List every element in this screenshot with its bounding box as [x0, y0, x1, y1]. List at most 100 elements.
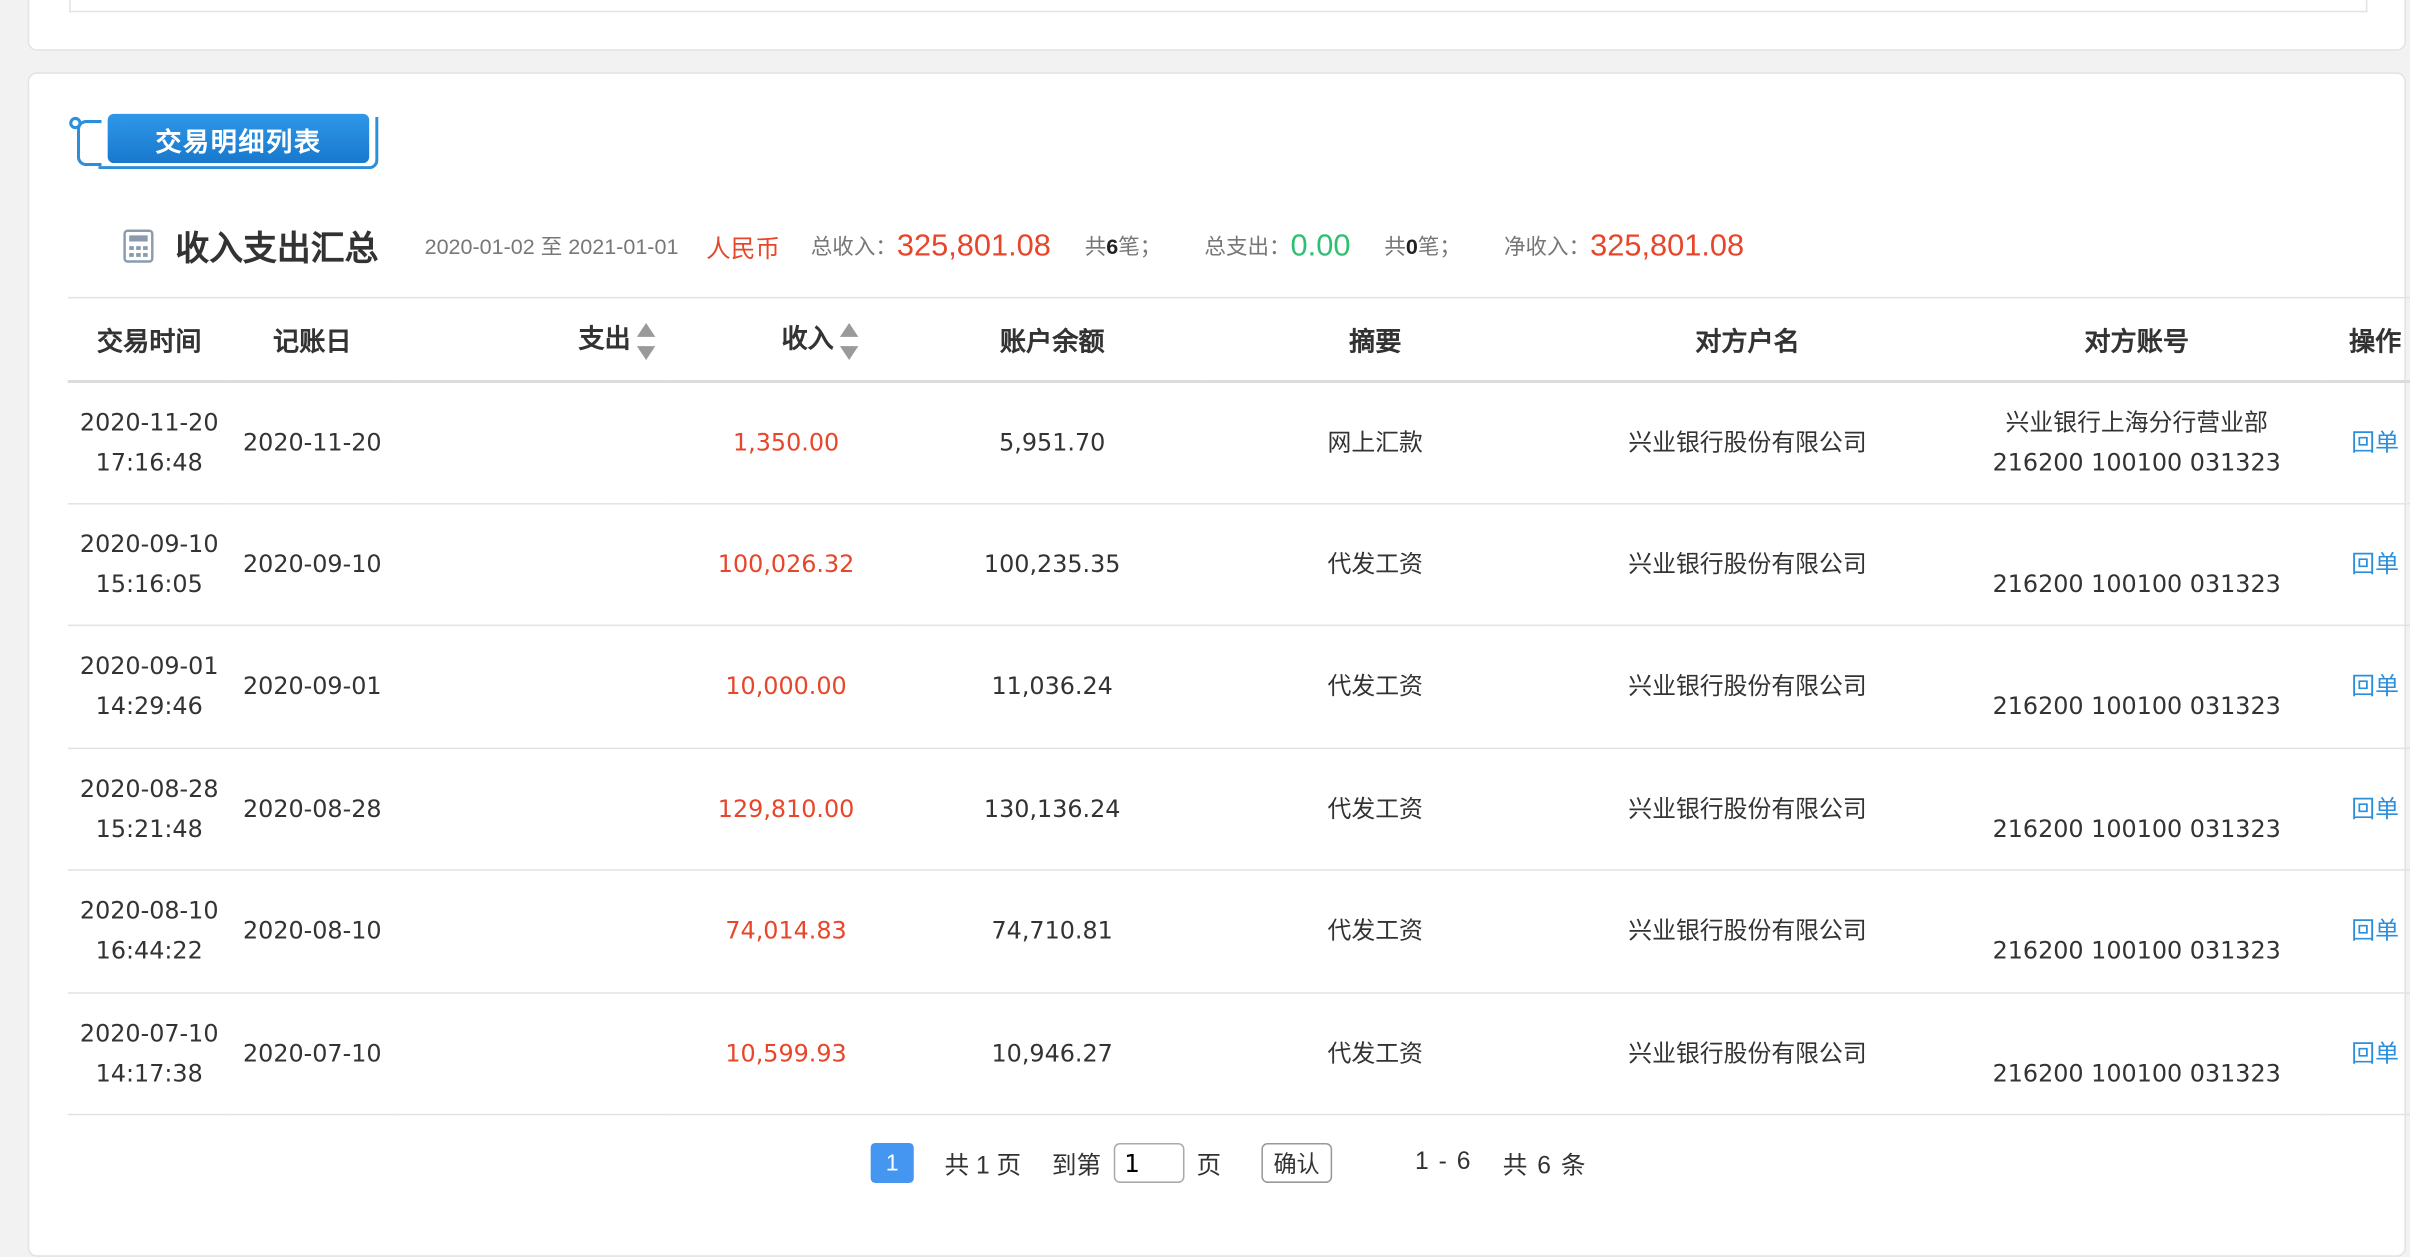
cell-time-date: 2020-08-28 — [79, 774, 219, 803]
cell-post-date: 2020-11-20 — [230, 380, 394, 504]
total-income-value: 325,801.08 — [896, 228, 1051, 263]
table-row: 2020-08-28 15:21:48 2020-08-28 129,810.00 13… — [67, 747, 2410, 871]
receipt-link[interactable]: 回单 — [2325, 747, 2410, 871]
cell-balance: 100,235.35 — [901, 503, 1203, 627]
goto-suffix: 页 — [1196, 1153, 1222, 1180]
cell-income: 100,026.32 — [670, 503, 902, 627]
cell-income: 129,810.00 — [670, 747, 902, 871]
net-income-value: 325,801.08 — [1590, 228, 1745, 263]
cell-time-date: 2020-08-10 — [79, 897, 219, 925]
cell-memo: 代发工资 — [1202, 625, 1548, 749]
section-tab-label: 交易明细列表 — [107, 113, 370, 164]
cell-income: 10,599.93 — [670, 992, 902, 1116]
receipt-link[interactable]: 回单 — [2325, 992, 2410, 1116]
receipt-link[interactable]: 回单 — [2325, 869, 2410, 993]
sort-arrows-icon[interactable] — [636, 323, 656, 360]
cell-counterparty: 兴业银行股份有限公司 — [1547, 380, 1948, 504]
receipt-link[interactable]: 回单 — [2325, 503, 2410, 627]
table-body: 2020-11-20 17:16:48 2020-11-20 1,350.00 5,95… — [67, 380, 2410, 1116]
cell-balance: 74,710.81 — [901, 869, 1203, 993]
col-header-expense[interactable]: 支出 — [393, 296, 671, 383]
receipt-link[interactable]: 回单 — [2325, 380, 2410, 504]
summary-bar: 收入支出汇总 2020-01-02 至 2021-01-01 人民币 总收入： … — [123, 215, 2369, 277]
receipt-link[interactable]: 回单 — [2325, 625, 2410, 749]
cell-memo: 代发工资 — [1202, 869, 1548, 993]
col-header-expense-label: 支出 — [578, 325, 631, 355]
cell-time: 2020-11-20 17:16:48 — [67, 380, 231, 504]
top-panel — [27, 0, 2406, 51]
cell-time: 2020-07-10 14:17:38 — [67, 992, 231, 1116]
section-tab-dot — [69, 116, 82, 130]
transaction-table: 交易时间 记账日 支出 收入 账户余额 摘要 对方户名 对方账号 操作 2020… — [67, 296, 2410, 1116]
col-header-counterparty: 对方户名 — [1547, 296, 1948, 383]
cell-account-name — [1947, 524, 2325, 564]
table-row: 2020-09-10 15:16:05 2020-09-10 100,026.32 10… — [67, 503, 2410, 627]
cell-time-clock: 14:17:38 — [95, 1059, 203, 1088]
cell-income: 74,014.83 — [670, 869, 902, 993]
page-button-current[interactable]: 1 — [870, 1142, 914, 1183]
cell-account-number: 216200 100100 031323 — [1992, 570, 2281, 599]
section-tab-wire — [76, 119, 102, 167]
cell-time-date: 2020-11-20 — [79, 408, 219, 437]
cell-account: 兴业银行上海分行营业部 216200 100100 031323 — [1947, 380, 2326, 504]
pagination: 1 共 1 页 到第 页 确认 1 - 6 共 6 条 — [870, 1138, 1587, 1187]
col-header-post-date: 记账日 — [230, 296, 394, 383]
col-header-balance: 账户余额 — [901, 296, 1203, 383]
cell-time: 2020-08-10 16:44:22 — [67, 869, 231, 993]
cell-memo: 网上汇款 — [1202, 380, 1548, 504]
item-range: 1 - 6 — [1414, 1149, 1472, 1176]
sort-arrows-icon[interactable] — [839, 323, 859, 360]
cell-account-number: 216200 100100 031323 — [1992, 814, 2281, 843]
cell-post-date: 2020-09-01 — [230, 625, 394, 749]
cell-account-name: 兴业银行上海分行营业部 — [2005, 408, 2268, 437]
cell-balance: 5,951.70 — [901, 380, 1203, 504]
cell-memo: 代发工资 — [1202, 747, 1548, 871]
expense-count-prefix: 共 — [1384, 233, 1406, 259]
expense-count-suffix: 笔； — [1417, 233, 1461, 259]
cell-counterparty: 兴业银行股份有限公司 — [1547, 869, 1948, 993]
confirm-button[interactable]: 确认 — [1261, 1142, 1332, 1183]
cell-time-clock: 15:16:05 — [95, 570, 203, 599]
cell-account-name — [1947, 769, 2325, 809]
cell-expense — [393, 869, 671, 993]
col-header-income[interactable]: 收入 — [670, 296, 902, 383]
table-row: 2020-07-10 14:17:38 2020-07-10 10,599.93 10,… — [67, 992, 2410, 1116]
section-tab: 交易明细列表 — [68, 111, 382, 173]
goto-label: 到第 — [1051, 1153, 1102, 1180]
cell-account-number: 216200 100100 031323 — [1992, 1059, 2281, 1088]
cell-time-clock: 15:21:48 — [95, 814, 203, 843]
total-expense-label: 总支出： — [1204, 233, 1291, 259]
cell-expense — [393, 625, 671, 749]
cell-counterparty: 兴业银行股份有限公司 — [1547, 747, 1948, 871]
cell-income: 10,000.00 — [670, 625, 902, 749]
table-row: 2020-08-10 16:44:22 2020-08-10 74,014.83 74,… — [67, 869, 2410, 993]
cell-post-date: 2020-08-10 — [230, 869, 394, 993]
cell-account-number: 216200 100100 031323 — [1992, 937, 2281, 965]
cell-time-date: 2020-09-10 — [79, 530, 219, 559]
date-range: 2020-01-02 至 2021-01-01 — [424, 233, 679, 259]
cell-memo: 代发工资 — [1202, 992, 1548, 1116]
total-income-label: 总收入： — [810, 233, 897, 259]
cell-time-date: 2020-07-10 — [79, 1019, 219, 1048]
top-panel-inner — [69, 0, 2368, 13]
cell-expense — [393, 380, 671, 504]
col-header-memo: 摘要 — [1202, 296, 1548, 383]
cell-account-name — [1947, 1013, 2325, 1053]
cell-expense — [393, 747, 671, 871]
income-count: 共6笔； — [1085, 231, 1162, 262]
goto-page-input[interactable] — [1113, 1142, 1185, 1183]
col-header-income-label: 收入 — [781, 325, 834, 355]
cell-balance: 10,946.27 — [901, 992, 1203, 1116]
cell-memo: 代发工资 — [1202, 503, 1548, 627]
cell-post-date: 2020-07-10 — [230, 992, 394, 1116]
cell-account: 216200 100100 031323 — [1947, 747, 2326, 871]
cell-post-date: 2020-08-28 — [230, 747, 394, 871]
cell-account: 216200 100100 031323 — [1947, 992, 2326, 1116]
cell-time-clock: 17:16:48 — [95, 448, 203, 477]
table-row: 2020-09-01 14:29:46 2020-09-01 10,000.00 11,… — [67, 625, 2410, 749]
cell-account-number: 216200 100100 031323 — [1992, 692, 2281, 721]
cell-time-date: 2020-09-01 — [79, 652, 219, 681]
cell-time-clock: 16:44:22 — [95, 937, 203, 965]
cell-time: 2020-08-28 15:21:48 — [67, 747, 231, 871]
cell-time: 2020-09-10 15:16:05 — [67, 503, 231, 627]
